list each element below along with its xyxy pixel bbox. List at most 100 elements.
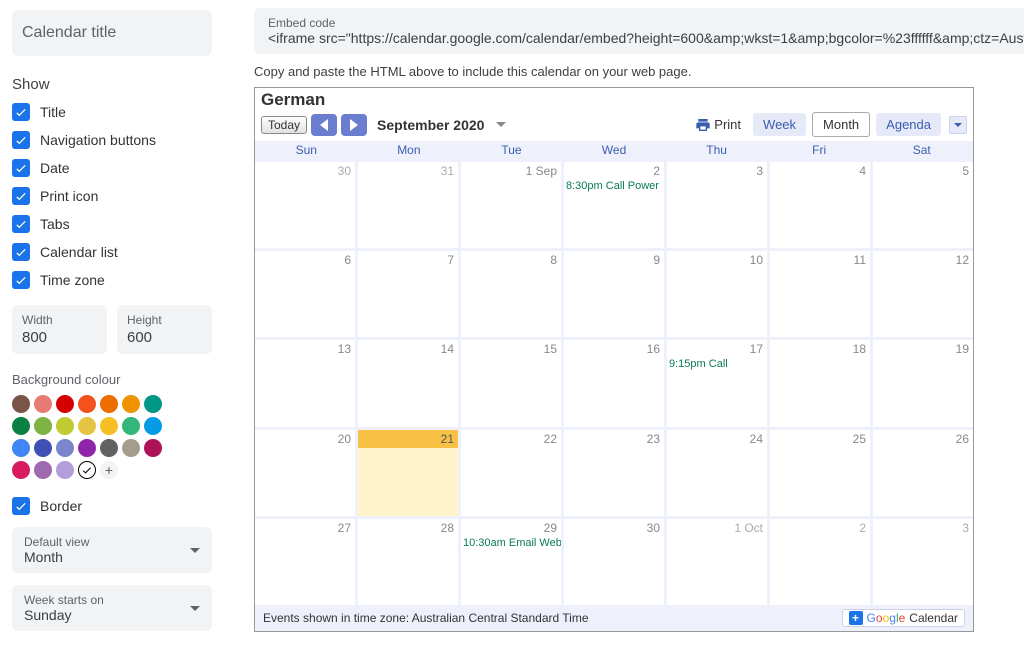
color-swatch[interactable] [12,461,30,479]
color-swatch[interactable] [34,417,52,435]
color-swatch[interactable] [144,439,162,457]
color-swatch[interactable] [78,439,96,457]
color-swatch[interactable] [56,395,74,413]
color-swatch[interactable] [144,395,162,413]
calendar-event[interactable]: 8:30pm Call Power [566,180,659,192]
day-cell[interactable]: 23 [561,430,664,516]
color-swatch[interactable] [78,417,96,435]
google-calendar-badge[interactable]: + Google Calendar [842,609,965,627]
color-swatch[interactable] [12,417,30,435]
print-button[interactable]: Print [695,117,741,133]
color-swatch[interactable] [12,395,30,413]
day-cell[interactable]: 20 [255,430,355,516]
day-number: 1 Oct [734,521,763,535]
day-cell[interactable]: 25 [767,430,870,516]
prev-button[interactable] [311,114,337,136]
day-cell[interactable]: 11 [767,251,870,337]
day-cell[interactable]: 19 [870,340,973,426]
color-swatch[interactable] [122,417,140,435]
today-button[interactable]: Today [261,116,307,134]
color-swatch[interactable] [100,439,118,457]
width-field[interactable]: Width 800 [12,305,107,354]
day-cell[interactable]: 21 [355,430,458,516]
day-cell[interactable]: 10 [664,251,767,337]
day-cell[interactable]: 13 [255,340,355,426]
day-cell[interactable]: 3 [664,162,767,248]
color-swatch[interactable] [34,395,52,413]
default-view-select[interactable]: Default view Month [12,527,212,573]
calendar-preview: German Today September 2020 Print Week M… [254,87,974,632]
day-cell[interactable]: 14 [355,340,458,426]
day-cell[interactable]: 6 [255,251,355,337]
day-cell[interactable]: 12 [870,251,973,337]
tab-agenda[interactable]: Agenda [876,113,941,136]
day-cell[interactable]: 28:30pm Call Power [561,162,664,248]
checkbox-print-icon[interactable] [12,187,30,205]
tab-month[interactable]: Month [812,112,870,137]
checkbox-tabs[interactable] [12,215,30,233]
day-cell[interactable]: 2 [767,519,870,605]
color-swatch[interactable] [122,439,140,457]
day-cell[interactable]: 1 Sep [458,162,561,248]
day-number: 12 [956,253,969,267]
border-checkbox[interactable] [12,497,30,515]
day-cell[interactable]: 179:15pm Call [664,340,767,426]
day-cell[interactable]: 5 [870,162,973,248]
day-number: 3 [962,521,969,535]
day-cell[interactable]: 28 [355,519,458,605]
day-cell[interactable]: 22 [458,430,561,516]
height-field[interactable]: Height 600 [117,305,212,354]
day-cell[interactable]: 1 Oct [664,519,767,605]
day-cell[interactable]: 30 [561,519,664,605]
color-swatch[interactable] [122,395,140,413]
expand-button[interactable] [949,116,967,134]
chevron-down-icon [190,606,200,611]
checkbox-calendar-list[interactable] [12,243,30,261]
day-cell[interactable]: 18 [767,340,870,426]
color-swatch-selected[interactable] [78,461,96,479]
background-colour-label: Background colour [12,372,212,387]
calendar-event[interactable]: 10:30am Email Web [463,537,562,549]
tab-week[interactable]: Week [753,113,806,136]
day-cell[interactable]: 15 [458,340,561,426]
day-cell[interactable]: 16 [561,340,664,426]
add-color-button[interactable]: + [100,461,118,479]
day-cell[interactable]: 24 [664,430,767,516]
color-swatch[interactable] [56,417,74,435]
checkbox-navigation-buttons[interactable] [12,131,30,149]
month-label[interactable]: September 2020 [377,117,484,133]
day-cell[interactable]: 7 [355,251,458,337]
calendar-title-input[interactable] [12,10,212,56]
checkbox-date[interactable] [12,159,30,177]
embed-code-value[interactable]: <iframe src="https://calendar.google.com… [268,30,1024,46]
checkbox-label: Time zone [40,272,105,288]
checkbox-time-zone[interactable] [12,271,30,289]
color-swatch[interactable] [100,395,118,413]
embed-code-box: Embed code <iframe src="https://calendar… [254,8,1024,54]
day-cell[interactable]: 3 [870,519,973,605]
week-starts-select[interactable]: Week starts on Sunday [12,585,212,631]
day-cell[interactable]: 26 [870,430,973,516]
day-cell[interactable]: 31 [355,162,458,248]
checkbox-title[interactable] [12,103,30,121]
day-cell[interactable]: 4 [767,162,870,248]
color-swatch[interactable] [144,417,162,435]
day-number: 30 [338,164,351,178]
day-number: 23 [647,432,660,446]
color-swatch[interactable] [12,439,30,457]
color-swatch[interactable] [78,395,96,413]
day-cell[interactable]: 27 [255,519,355,605]
calendar-event[interactable]: 9:15pm Call [669,358,728,370]
next-button[interactable] [341,114,367,136]
calendar-grid: 30311 Sep28:30pm Call Power3456789101112… [255,159,973,605]
day-of-week-header: SunMonTueWedThuFriSat [255,141,973,159]
day-cell[interactable]: 2910:30am Email Web [458,519,561,605]
color-swatch[interactable] [100,417,118,435]
day-cell[interactable]: 8 [458,251,561,337]
day-cell[interactable]: 30 [255,162,355,248]
color-swatch[interactable] [34,439,52,457]
color-swatch[interactable] [56,439,74,457]
color-swatch[interactable] [56,461,74,479]
color-swatch[interactable] [34,461,52,479]
day-cell[interactable]: 9 [561,251,664,337]
